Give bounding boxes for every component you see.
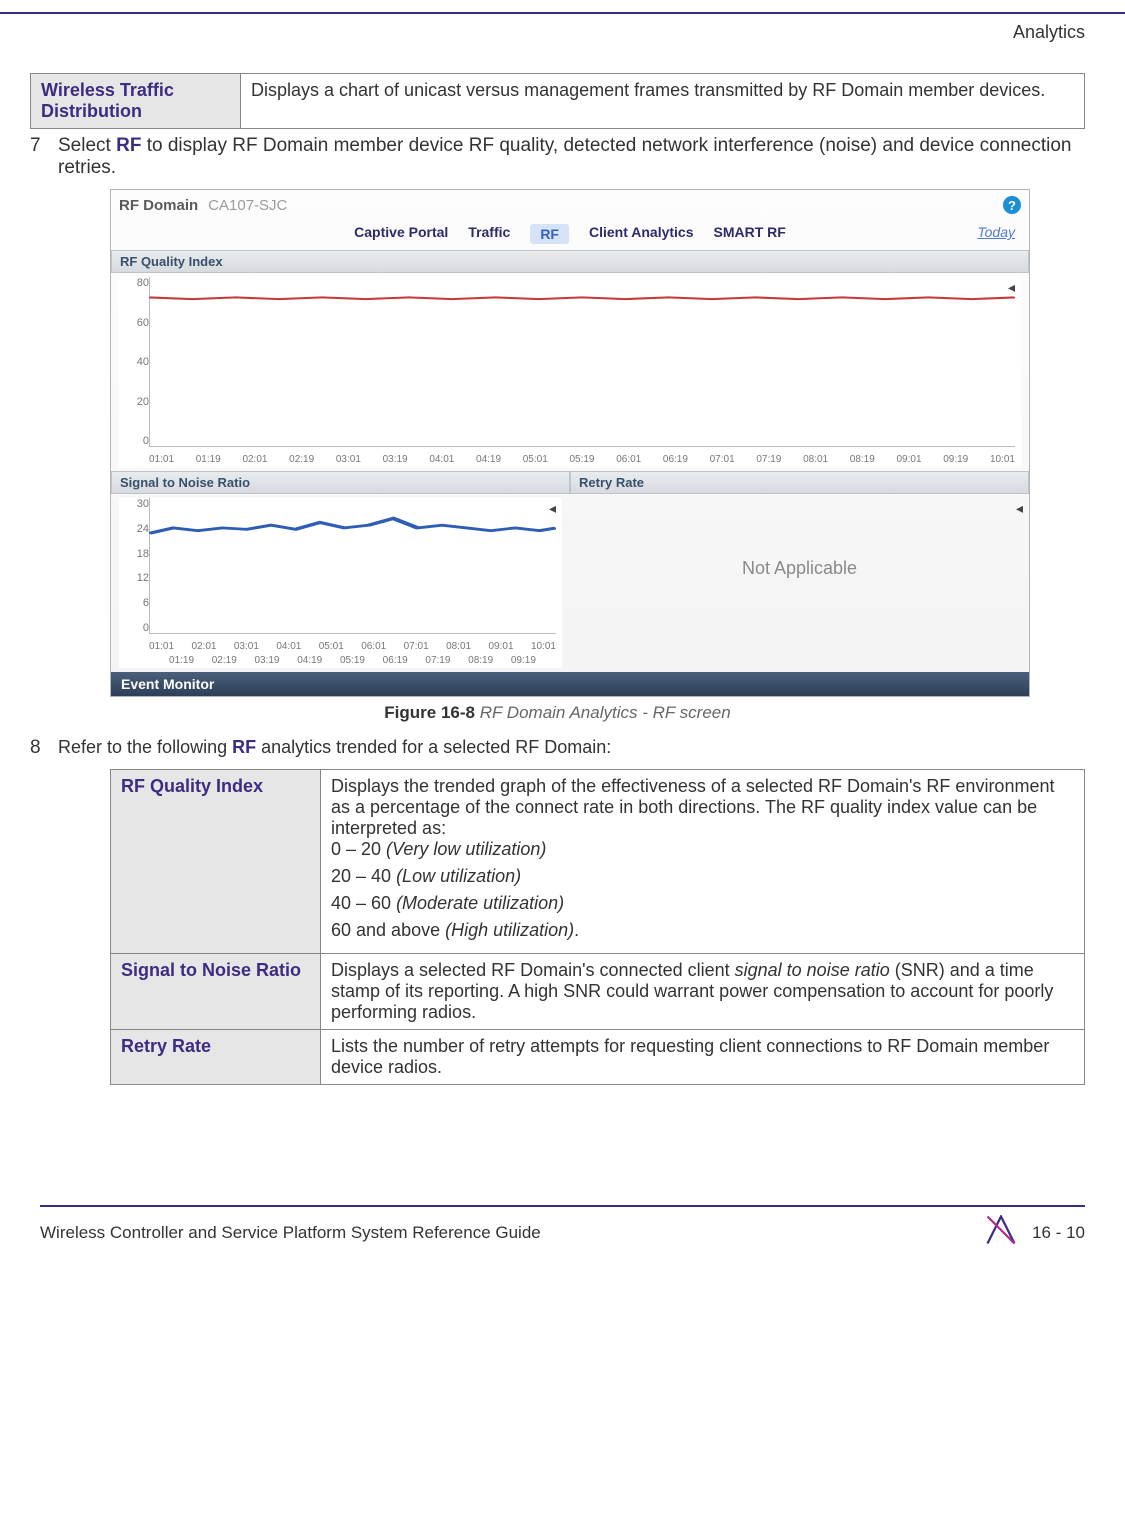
step-7-pre: Select	[58, 135, 116, 156]
page-section-header: Analytics	[0, 22, 1125, 43]
retry-collapse-icon[interactable]: ◂	[1016, 500, 1023, 517]
step-7-post: to display RF Domain member device RF qu…	[58, 135, 1071, 178]
rf-domain-name: CA107-SJC	[208, 197, 287, 214]
step-8-post: analytics trended for a selected RF Doma…	[256, 737, 611, 757]
panel-rf-quality-index: RF Quality Index	[111, 250, 1029, 273]
figure-label: Figure 16-8	[384, 703, 475, 722]
panel-snr: Signal to Noise Ratio	[111, 471, 570, 494]
tab-client-analytics[interactable]: Client Analytics	[589, 224, 694, 244]
footer-logo-icon	[986, 1215, 1016, 1250]
intro-table-label: Wireless Traffic Distribution	[31, 74, 241, 129]
rf-domain-label: RF Domain	[119, 197, 198, 214]
step-7-bold: RF	[116, 135, 141, 156]
retry-rate-label: Retry Rate	[111, 1030, 321, 1085]
chart-snr: ◂ 30 24 18 12 6 0	[119, 498, 562, 668]
table-row: Retry Rate Lists the number of retry att…	[111, 1030, 1085, 1085]
table-row: Signal to Noise Ratio Displays a selecte…	[111, 954, 1085, 1030]
snr-label: Signal to Noise Ratio	[111, 954, 321, 1030]
snr-x-axis-top: 01:0102:0103:0104:0105:0106:0107:0108:01…	[149, 641, 556, 652]
chart-rf-quality-index: ◂ 80 60 40 20 0 01:0101:1902:0102:1903:0…	[119, 277, 1021, 467]
rf-analytics-screenshot: RF Domain CA107-SJC ? Captive Portal Tra…	[110, 189, 1030, 697]
step-7-number: 7	[30, 135, 58, 157]
step-8-pre: Refer to the following	[58, 737, 232, 757]
snr-y-axis: 30 24 18 12 6 0	[125, 498, 149, 634]
tab-traffic[interactable]: Traffic	[468, 224, 510, 244]
retry-rate-not-applicable: Not Applicable	[578, 498, 1021, 638]
analytics-tabs: Captive Portal Traffic RF Client Analyti…	[111, 220, 1029, 250]
snr-x-axis-bot: 01:1902:1903:1904:1905:1906:1907:1908:19…	[169, 655, 536, 666]
help-icon[interactable]: ?	[1003, 196, 1021, 214]
snr-desc: Displays a selected RF Domain's connecte…	[321, 954, 1085, 1030]
rf-quality-index-label: RF Quality Index	[111, 770, 321, 954]
intro-table-desc: Displays a chart of unicast versus manag…	[241, 74, 1085, 129]
top-border	[0, 12, 1125, 14]
rf-quality-index-desc: Displays the trended graph of the effect…	[321, 770, 1085, 954]
figure-caption: Figure 16-8 RF Domain Analytics - RF scr…	[30, 703, 1085, 723]
step-7-text: Select RF to display RF Domain member de…	[58, 135, 1085, 179]
tab-smart-rf[interactable]: SMART RF	[714, 224, 786, 244]
step-8: 8 Refer to the following RF analytics tr…	[30, 737, 1085, 759]
step-8-text: Refer to the following RF analytics tren…	[58, 737, 1085, 758]
intro-definition-table: Wireless Traffic Distribution Displays a…	[30, 73, 1085, 129]
rf-quality-y-axis: 80 60 40 20 0	[125, 277, 149, 447]
step-8-bold: RF	[232, 737, 256, 757]
retry-rate-desc: Lists the number of retry attempts for r…	[321, 1030, 1085, 1085]
tab-rf[interactable]: RF	[530, 224, 569, 244]
footer-guide-title: Wireless Controller and Service Platform…	[40, 1223, 970, 1243]
tab-captive-portal[interactable]: Captive Portal	[354, 224, 448, 244]
panel-retry-rate: Retry Rate	[570, 471, 1029, 494]
rf-quality-x-axis: 01:0101:1902:0102:1903:0103:1904:0104:19…	[149, 454, 1015, 465]
table-row: RF Quality Index Displays the trended gr…	[111, 770, 1085, 954]
panel-event-monitor[interactable]: Event Monitor	[111, 672, 1029, 696]
time-range-link[interactable]: Today	[977, 224, 1015, 240]
step-7: 7 Select RF to display RF Domain member …	[30, 135, 1085, 179]
page-footer: Wireless Controller and Service Platform…	[0, 1207, 1125, 1270]
step-8-number: 8	[30, 737, 58, 759]
rf-analytics-table: RF Quality Index Displays the trended gr…	[110, 769, 1085, 1085]
footer-page-number: 16 - 10	[1032, 1223, 1085, 1243]
figure-title: RF Domain Analytics - RF screen	[480, 703, 731, 722]
